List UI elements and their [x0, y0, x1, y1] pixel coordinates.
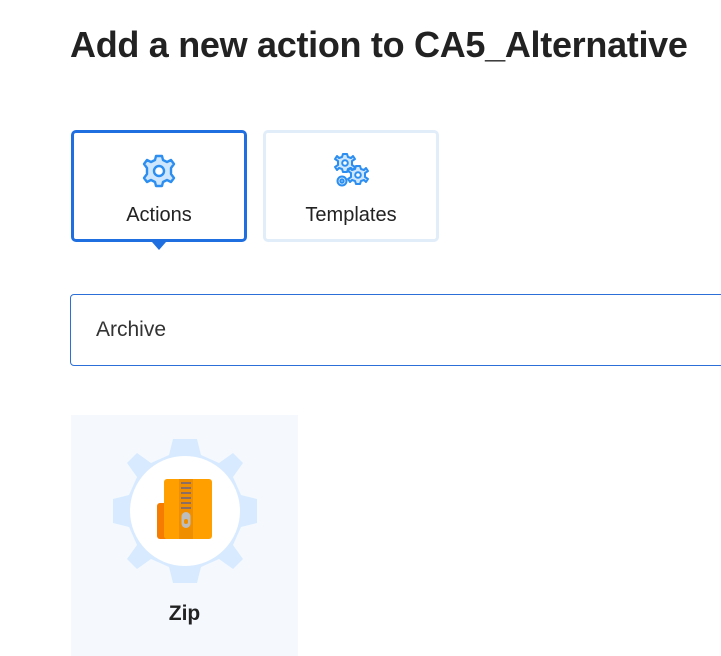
tab-actions-label: Actions [126, 204, 192, 226]
tab-actions[interactable]: Actions [71, 130, 247, 250]
action-card-zip[interactable]: Zip [71, 415, 298, 656]
selected-tab-pointer [152, 242, 166, 250]
action-card-label: Zip [168, 602, 201, 625]
zip-archive-icon [113, 439, 257, 583]
gears-icon [334, 153, 369, 187]
page-title: Add a new action to CA5_Alternative [70, 24, 688, 65]
gear-icon [142, 154, 176, 188]
tab-templates-label: Templates [305, 204, 397, 226]
search-input[interactable] [70, 294, 721, 366]
tab-templates[interactable]: Templates [263, 130, 439, 242]
